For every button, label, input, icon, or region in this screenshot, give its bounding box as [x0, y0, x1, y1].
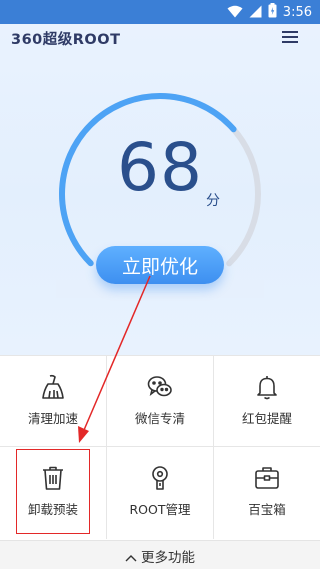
- status-bar: 3:56: [0, 0, 320, 24]
- feature-label: 百宝箱: [248, 502, 286, 517]
- feature-clean-boost[interactable]: 清理加速: [0, 356, 106, 446]
- feature-red-packet-alert[interactable]: 红包提醒: [214, 356, 320, 446]
- feature-label: 清理加速: [27, 411, 78, 426]
- wechat-icon: [147, 374, 173, 400]
- score-value: 68: [117, 129, 203, 206]
- app-logo: 360超级ROOT: [11, 32, 121, 48]
- feature-label: 微信专清: [134, 411, 185, 426]
- optimize-now-button[interactable]: 立即优化: [96, 246, 224, 284]
- bell-icon: [254, 374, 280, 400]
- broom-icon: [40, 374, 66, 400]
- battery-icon: [268, 2, 277, 22]
- menu-icon[interactable]: [282, 29, 300, 45]
- keyhole-icon: [147, 465, 173, 491]
- status-time: 3:56: [282, 4, 312, 20]
- more-functions-label: 更多功能: [141, 550, 195, 566]
- feature-wechat-clean[interactable]: 微信专清: [107, 356, 213, 446]
- highlight-box: [16, 449, 90, 534]
- more-functions-bar[interactable]: 更多功能: [0, 540, 320, 569]
- toolbox-icon: [254, 465, 280, 491]
- wifi-icon: [227, 3, 243, 22]
- feature-toolbox[interactable]: 百宝箱: [214, 447, 320, 537]
- app-header: 360超级ROOT: [0, 24, 320, 50]
- chevron-up-icon: [125, 550, 137, 566]
- feature-label: ROOT管理: [129, 502, 191, 517]
- signal-icon: [249, 3, 262, 22]
- feature-root-manager[interactable]: ROOT管理: [107, 447, 213, 537]
- feature-label: 红包提醒: [241, 411, 292, 426]
- score-unit: 分: [206, 193, 220, 209]
